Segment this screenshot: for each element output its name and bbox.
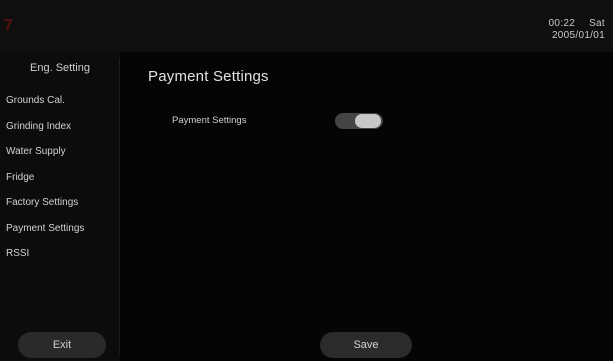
save-button[interactable]: Save bbox=[320, 332, 412, 358]
sidebar: Eng. Setting Grounds Cal. Grinding Index… bbox=[0, 52, 120, 361]
main-panel: Payment Settings Payment Settings Save bbox=[120, 52, 613, 361]
toggle-knob bbox=[355, 114, 381, 128]
sidebar-menu: Grounds Cal. Grinding Index Water Supply… bbox=[6, 94, 116, 273]
exit-button[interactable]: Exit bbox=[18, 332, 106, 358]
clock-display: 00:22 Sat 2005/01/01 bbox=[549, 18, 605, 42]
clock-time: 00:22 bbox=[548, 18, 576, 29]
setting-row-payment: Payment Settings bbox=[172, 112, 402, 132]
clock-date: 2005/01/01 bbox=[551, 30, 605, 41]
clock-weekday: Sat bbox=[589, 18, 605, 29]
sidebar-item-payment-settings[interactable]: Payment Settings bbox=[6, 222, 116, 248]
sidebar-item-water-supply[interactable]: Water Supply bbox=[6, 145, 116, 171]
top-bar: 7 00:22 Sat 2005/01/01 bbox=[0, 0, 613, 52]
sidebar-item-factory-settings[interactable]: Factory Settings bbox=[6, 196, 116, 222]
sidebar-title: Eng. Setting bbox=[30, 62, 90, 74]
sidebar-item-rssi[interactable]: RSSI bbox=[6, 247, 116, 273]
app-screen: 7 00:22 Sat 2005/01/01 Eng. Setting Groun… bbox=[0, 0, 613, 361]
brand-logo-icon: 7 bbox=[4, 17, 13, 34]
setting-label: Payment Settings bbox=[172, 115, 247, 126]
sidebar-item-grounds-cal[interactable]: Grounds Cal. bbox=[6, 94, 116, 120]
sidebar-item-fridge[interactable]: Fridge bbox=[6, 171, 116, 197]
page-title: Payment Settings bbox=[148, 68, 269, 85]
sidebar-item-grinding-index[interactable]: Grinding Index bbox=[6, 120, 116, 146]
payment-settings-toggle[interactable] bbox=[335, 113, 383, 129]
